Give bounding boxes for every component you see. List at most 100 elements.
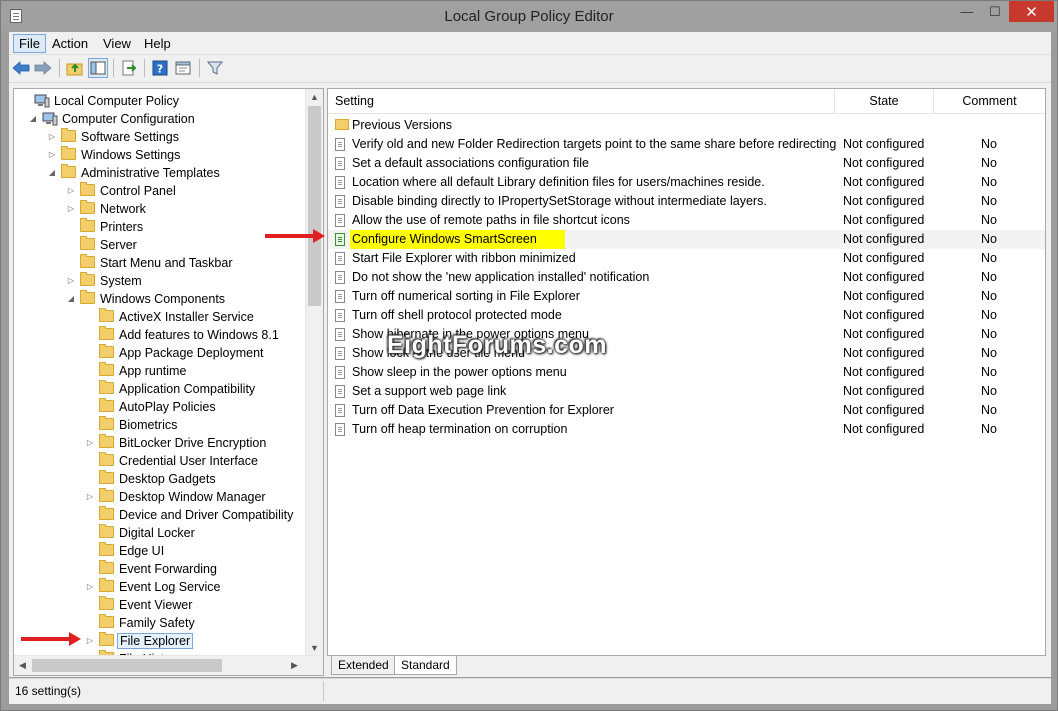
- help-icon[interactable]: ?: [150, 58, 170, 78]
- setting-comment: No: [981, 308, 997, 322]
- tree-item[interactable]: ▷ Event Log Service: [14, 578, 304, 596]
- table-row[interactable]: Set a support web page link Not configure…: [328, 382, 1045, 401]
- tree-item[interactable]: Family Safety: [14, 614, 304, 632]
- table-row[interactable]: Do not show the 'new application install…: [328, 268, 1045, 287]
- tree-item[interactable]: ▷ Control Panel: [14, 182, 304, 200]
- table-row[interactable]: Allow the use of remote paths in file sh…: [328, 211, 1045, 230]
- tree-item[interactable]: ▷ Desktop Window Manager: [14, 488, 304, 506]
- table-row[interactable]: Disable binding directly to IPropertySet…: [328, 192, 1045, 211]
- tree-item[interactable]: App Package Deployment: [14, 344, 304, 362]
- table-row[interactable]: Configure Windows SmartScreen Not configu…: [328, 230, 1045, 249]
- expand-icon[interactable]: ▷: [47, 146, 57, 164]
- status-text: 16 setting(s): [15, 684, 82, 698]
- title-bar[interactable]: Local Group Policy Editor — ☐ ✕: [1, 1, 1057, 31]
- tree-item[interactable]: Device and Driver Compatibility: [14, 506, 304, 524]
- tree-vertical-scrollbar[interactable]: ▲ ▼: [305, 89, 323, 657]
- table-row[interactable]: Turn off Data Execution Prevention for E…: [328, 401, 1045, 420]
- collapse-icon[interactable]: ◢: [28, 110, 38, 128]
- tree-item[interactable]: App runtime: [14, 362, 304, 380]
- tree-item-label: System: [100, 274, 142, 288]
- table-row[interactable]: Turn off shell protocol protected mode No…: [328, 306, 1045, 325]
- table-row[interactable]: Turn off heap termination on corruption N…: [328, 420, 1045, 439]
- tree-item[interactable]: Application Compatibility: [14, 380, 304, 398]
- tree-item[interactable]: Server: [14, 236, 304, 254]
- menu-help[interactable]: Help: [139, 35, 176, 52]
- tree-item[interactable]: Biometrics: [14, 416, 304, 434]
- tree-item-label: ActiveX Installer Service: [119, 310, 254, 324]
- expand-icon[interactable]: ▷: [47, 128, 57, 146]
- properties-icon[interactable]: [173, 58, 193, 78]
- export-list-icon[interactable]: [119, 58, 139, 78]
- tree-item[interactable]: ◢ Windows Components: [14, 290, 304, 308]
- table-row[interactable]: Location where all default Library defin…: [328, 173, 1045, 192]
- policy-setting-icon: [335, 157, 345, 170]
- table-row[interactable]: Start File Explorer with ribbon minimize…: [328, 249, 1045, 268]
- table-row[interactable]: Turn off numerical sorting in File Explo…: [328, 287, 1045, 306]
- tree-item[interactable]: ▷ Windows Settings: [14, 146, 304, 164]
- scroll-left-icon[interactable]: ◀: [14, 657, 31, 674]
- setting-comment: No: [981, 213, 997, 227]
- column-header-setting[interactable]: Setting: [328, 89, 835, 114]
- up-folder-icon[interactable]: [65, 58, 85, 78]
- tree-item[interactable]: ▷ Software Settings: [14, 128, 304, 146]
- folder-icon: [80, 236, 95, 250]
- setting-state: Not configured: [843, 327, 925, 341]
- table-row[interactable]: Previous Versions: [328, 116, 1045, 135]
- scroll-thumb[interactable]: [308, 106, 321, 306]
- tree-item[interactable]: Event Forwarding: [14, 560, 304, 578]
- scroll-up-icon[interactable]: ▲: [306, 89, 323, 106]
- policy-setting-icon: [335, 214, 345, 227]
- collapse-icon[interactable]: ◢: [47, 164, 57, 182]
- table-row[interactable]: Set a default associations configuration…: [328, 154, 1045, 173]
- tree-item[interactable]: Edge UI: [14, 542, 304, 560]
- tab-extended[interactable]: Extended: [331, 656, 396, 675]
- folder-icon: [99, 560, 114, 574]
- tree-item[interactable]: AutoPlay Policies: [14, 398, 304, 416]
- tree-item[interactable]: ▷ File Explorer: [14, 632, 304, 650]
- back-arrow-icon[interactable]: [11, 58, 31, 78]
- setting-state: Not configured: [843, 365, 925, 379]
- scroll-thumb[interactable]: [32, 659, 222, 672]
- tree-item[interactable]: ◢ Computer Configuration: [14, 110, 304, 128]
- minimize-button[interactable]: —: [952, 1, 982, 22]
- tree-item[interactable]: ◢ Administrative Templates: [14, 164, 304, 182]
- filter-icon[interactable]: [205, 58, 225, 78]
- expand-icon[interactable]: ▷: [66, 272, 76, 290]
- column-header-state[interactable]: State: [835, 89, 934, 114]
- tree-item[interactable]: Local Computer Policy: [14, 92, 304, 110]
- tree-item[interactable]: ▷ System: [14, 272, 304, 290]
- close-button[interactable]: ✕: [1009, 1, 1054, 22]
- expand-icon[interactable]: ▷: [85, 488, 95, 506]
- tree-item[interactable]: Digital Locker: [14, 524, 304, 542]
- tree-item[interactable]: ActiveX Installer Service: [14, 308, 304, 326]
- expand-icon[interactable]: ▷: [85, 578, 95, 596]
- tree-item[interactable]: Start Menu and Taskbar: [14, 254, 304, 272]
- scroll-right-icon[interactable]: ▶: [286, 657, 303, 674]
- tree-item[interactable]: ▷ BitLocker Drive Encryption: [14, 434, 304, 452]
- expand-icon[interactable]: ▷: [85, 434, 95, 452]
- tree-item[interactable]: Event Viewer: [14, 596, 304, 614]
- menu-action[interactable]: Action: [47, 35, 93, 52]
- maximize-button[interactable]: ☐: [982, 1, 1008, 22]
- tree-item[interactable]: ▷ Network: [14, 200, 304, 218]
- folder-icon: [99, 542, 114, 556]
- expand-icon[interactable]: ▷: [66, 200, 76, 218]
- folder-icon: [99, 452, 114, 466]
- menu-file[interactable]: File: [13, 34, 46, 53]
- tree-item[interactable]: Add features to Windows 8.1: [14, 326, 304, 344]
- tab-standard[interactable]: Standard: [394, 656, 457, 675]
- table-row[interactable]: Show sleep in the power options menu Not …: [328, 363, 1045, 382]
- menu-view[interactable]: View: [98, 35, 136, 52]
- expand-icon[interactable]: ▷: [85, 632, 95, 650]
- show-hide-tree-icon[interactable]: [88, 58, 108, 78]
- table-row[interactable]: Verify old and new Folder Redirection ta…: [328, 135, 1045, 154]
- tree-item[interactable]: Printers: [14, 218, 304, 236]
- tree-item[interactable]: Credential User Interface: [14, 452, 304, 470]
- collapse-icon[interactable]: ◢: [66, 290, 76, 308]
- tree-horizontal-scrollbar[interactable]: ◀ ▶: [14, 655, 323, 675]
- forward-arrow-icon[interactable]: [33, 58, 53, 78]
- setting-comment: No: [981, 270, 997, 284]
- column-header-comment[interactable]: Comment: [934, 89, 1045, 114]
- expand-icon[interactable]: ▷: [66, 182, 76, 200]
- tree-item[interactable]: Desktop Gadgets: [14, 470, 304, 488]
